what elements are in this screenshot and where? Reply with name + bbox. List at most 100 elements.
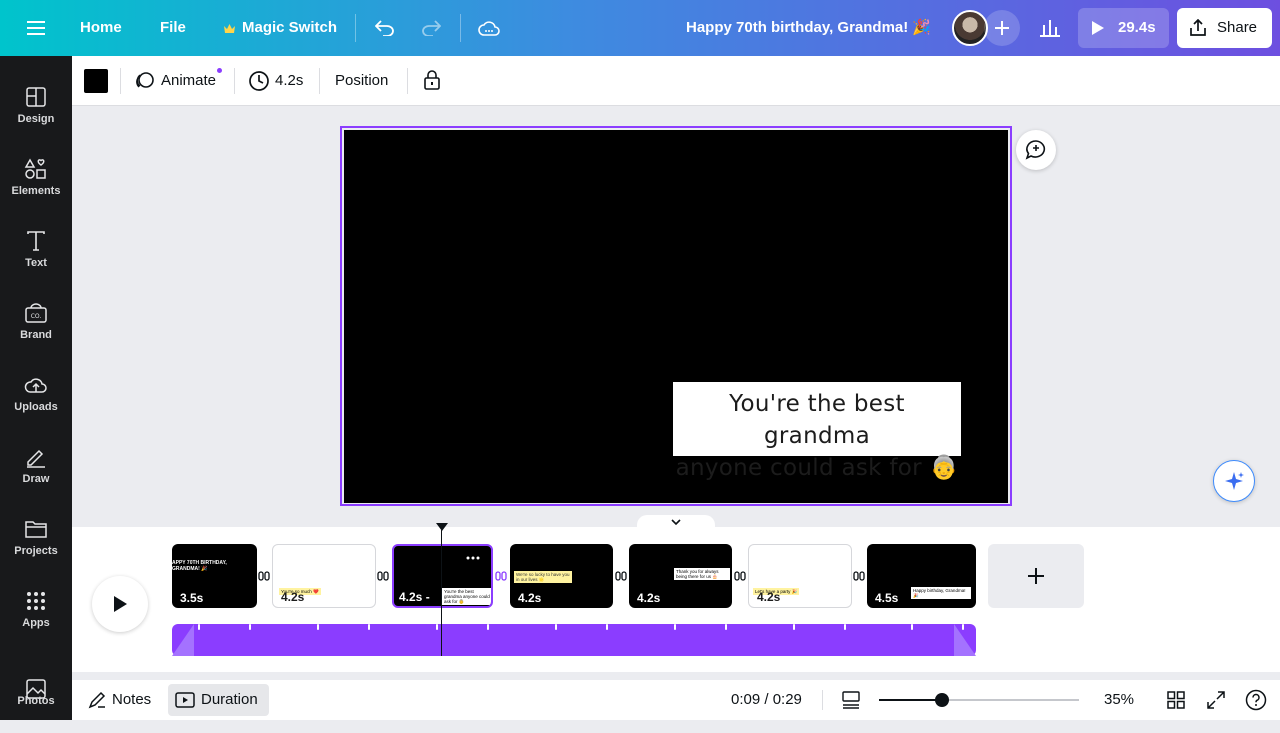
transition-icon: [258, 571, 270, 581]
text-icon: [27, 231, 45, 251]
file-menu[interactable]: File: [160, 0, 186, 56]
duration-button[interactable]: 4.2s: [275, 56, 303, 106]
grid-view-icon[interactable]: [1167, 691, 1185, 709]
zoom-slider-handle[interactable]: [935, 693, 949, 707]
clip-duration: 4.2s -: [399, 590, 430, 604]
play-button[interactable]: 29.4s: [1078, 8, 1169, 48]
elements-icon: [24, 158, 46, 179]
clip-duration: 4.2s: [281, 590, 305, 604]
caption-line-1: You're the best grandma: [729, 391, 905, 449]
transition-icon: [734, 571, 746, 581]
design-icon: [26, 87, 46, 107]
position-button[interactable]: Position: [335, 56, 388, 106]
audio-track[interactable]: [172, 624, 976, 656]
timeline-clip-7[interactable]: Happy birthday, Grandma! 🎉 4.5s: [867, 544, 976, 608]
duration-toggle-label: Duration: [201, 691, 258, 708]
help-icon[interactable]: [1245, 689, 1267, 711]
top-bar: Home File Magic Switch Happy 70th birthd…: [0, 0, 1280, 56]
magic-switch-button[interactable]: Magic Switch: [242, 0, 337, 56]
avatar[interactable]: [952, 10, 988, 46]
transition-handle-3[interactable]: [494, 570, 508, 582]
zoom-slider[interactable]: [879, 693, 1079, 707]
clip-duration: 3.5s: [180, 591, 204, 605]
clip-duration: 4.2s: [757, 590, 781, 604]
timeline-clip-2[interactable]: You're so much ❤️ 4.2s: [272, 544, 376, 608]
clip-duration: 4.2s: [518, 591, 542, 605]
clip-duration: 4.5s: [875, 591, 899, 605]
document-title[interactable]: Happy 70th birthday, Grandma! 🎉: [686, 0, 931, 56]
page-view-icon[interactable]: [841, 690, 861, 710]
lock-icon[interactable]: [423, 69, 441, 91]
rail-item-projects[interactable]: Projects: [0, 501, 72, 573]
transition-handle-4[interactable]: [614, 570, 628, 582]
share-button[interactable]: Share: [1177, 8, 1272, 48]
undo-icon[interactable]: [372, 0, 398, 56]
clip-thumbnail-text: Happy birthday, Grandma! 🎉: [911, 587, 971, 599]
duration-toggle[interactable]: Duration: [168, 684, 269, 716]
animate-icon[interactable]: [135, 71, 155, 91]
menu-icon[interactable]: [22, 0, 50, 56]
magic-assistant-button[interactable]: [1213, 460, 1255, 502]
clip-more-options-button[interactable]: [462, 550, 484, 566]
transition-handle-2[interactable]: [376, 570, 390, 582]
rail-item-apps[interactable]: Apps: [0, 573, 72, 645]
zoom-slider-fill: [879, 699, 942, 701]
draw-icon: [27, 449, 45, 468]
transition-handle-6[interactable]: [852, 570, 866, 582]
playhead-handle-icon[interactable]: [435, 522, 449, 532]
caption-line-2: anyone could ask for 👵: [675, 455, 959, 481]
zoom-level[interactable]: 35%: [1104, 680, 1134, 720]
color-swatch[interactable]: [84, 69, 108, 93]
svg-text:CO.: CO.: [31, 313, 42, 320]
timeline-clip-3-selected[interactable]: You're the best grandma anyone could ask…: [392, 544, 493, 608]
fullscreen-icon[interactable]: [1207, 691, 1225, 709]
timeline-clip-5[interactable]: Thank you for always being there for us …: [629, 544, 732, 608]
apps-icon: [27, 592, 45, 610]
animate-button[interactable]: Animate: [161, 56, 216, 106]
transition-handle-1[interactable]: [257, 570, 271, 582]
projects-icon: [25, 521, 47, 538]
cloud-save-icon[interactable]: [476, 0, 502, 56]
crown-icon: [222, 0, 236, 56]
timeline-clip-1[interactable]: APPY 70TH BIRTHDAY, GRANDMA! 🎉 3.5s: [172, 544, 257, 608]
notes-button[interactable]: Notes: [112, 680, 151, 720]
rail-item-brand[interactable]: CO. Brand: [0, 285, 72, 357]
comment-icon: [1025, 140, 1046, 160]
rail-item-draw[interactable]: Draw: [0, 429, 72, 501]
share-label: Share: [1217, 19, 1258, 36]
rail-item-text[interactable]: Text: [0, 213, 72, 285]
new-indicator-dot: [217, 68, 222, 73]
audio-waveform: [172, 624, 976, 656]
rail-item-uploads[interactable]: Uploads: [0, 357, 72, 429]
timeline-clip-4[interactable]: We're so lucky to have you in our lives …: [510, 544, 613, 608]
context-toolbar: Animate 4.2s Position: [72, 56, 1280, 106]
transition-handle-5[interactable]: [733, 570, 747, 582]
rail-item-photos[interactable]: Photos: [0, 661, 72, 733]
timeline-clip-6[interactable]: Let's have a party 🎉 4.2s: [748, 544, 852, 608]
canvas-caption[interactable]: You're the best grandma anyone could ask…: [673, 382, 961, 481]
play-icon: [114, 596, 127, 612]
clip-thumbnail-text: You're the best grandma anyone could ask…: [442, 588, 491, 605]
add-comment-button[interactable]: [1016, 130, 1056, 170]
transition-icon: [377, 571, 389, 581]
clip-thumbnail-text: We're so lucky to have you in our lives …: [514, 571, 572, 583]
clock-icon[interactable]: [248, 70, 270, 92]
video-icon: [175, 692, 195, 708]
left-rail: Design Elements Text CO. Brand Uploads D…: [0, 56, 72, 720]
add-page-button[interactable]: [988, 544, 1084, 608]
rail-item-elements[interactable]: Elements: [0, 141, 72, 213]
insights-icon[interactable]: [1038, 0, 1062, 56]
chevron-down-icon: [671, 519, 681, 526]
add-collaborator-button[interactable]: [984, 10, 1020, 46]
playhead[interactable]: [441, 530, 442, 656]
rail-item-design[interactable]: Design: [0, 69, 72, 141]
timeline-play-button[interactable]: [92, 576, 148, 632]
timeline-collapse-tab[interactable]: [637, 515, 715, 529]
more-icon: [466, 556, 480, 560]
notes-icon[interactable]: [88, 691, 106, 709]
play-duration: 29.4s: [1118, 19, 1156, 36]
uploads-icon: [24, 378, 47, 393]
redo-icon[interactable]: [418, 0, 444, 56]
sparkle-icon: [1225, 472, 1244, 490]
home-menu[interactable]: Home: [80, 0, 122, 56]
